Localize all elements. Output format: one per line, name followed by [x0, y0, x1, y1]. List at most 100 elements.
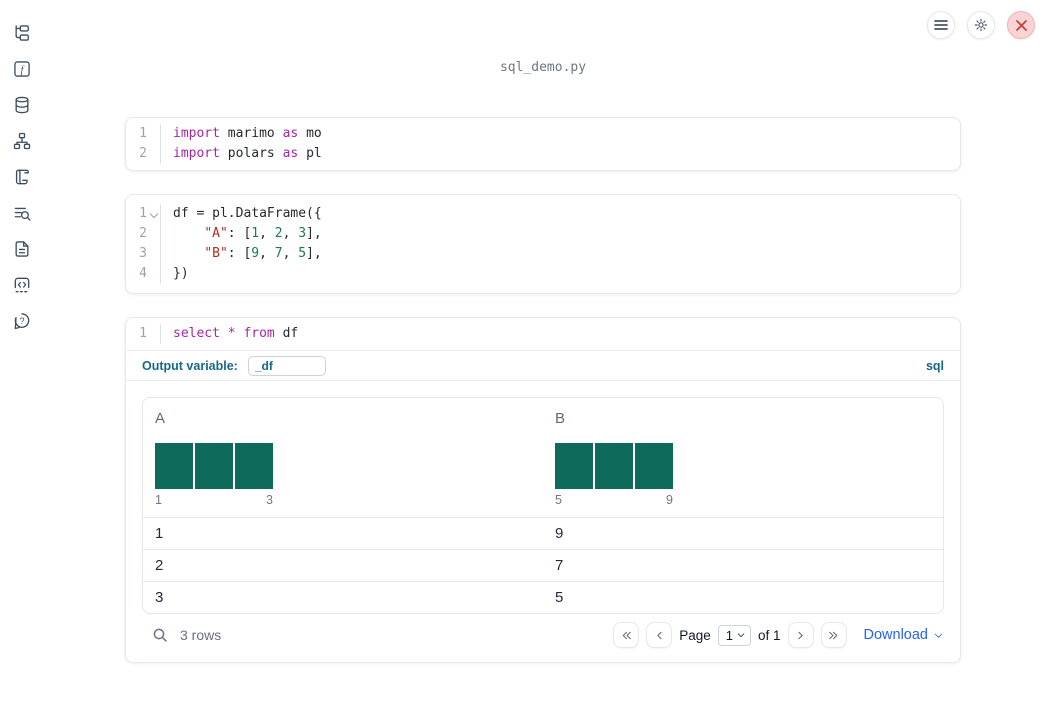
code-line: 4}): [126, 264, 960, 284]
page-total-label: of 1: [757, 627, 781, 643]
settings-button[interactable]: [967, 11, 995, 39]
database-icon: [15, 96, 29, 114]
line-gutter: 1: [126, 324, 161, 344]
last-page-button[interactable]: [820, 622, 847, 648]
table-row: 27: [143, 549, 943, 581]
code-line: 1 df = pl.DataFrame({: [126, 204, 960, 224]
sidebar-item-help[interactable]: ?: [0, 303, 44, 339]
table-body: 192735: [143, 517, 943, 613]
column-name: A: [155, 410, 166, 427]
sql-editor[interactable]: 1 select * from df: [126, 318, 960, 350]
file-tree-icon: [15, 25, 29, 41]
page-select[interactable]: 1: [717, 624, 751, 646]
histogram-min-label: 5: [555, 493, 562, 507]
chevron-down-icon: [737, 633, 745, 638]
fold-toggle-icon[interactable]: [148, 204, 160, 224]
cell-sql: 1 select * from df Output variable: sql A…: [125, 317, 961, 663]
line-number: 2: [139, 226, 147, 241]
histogram-bar[interactable]: [635, 443, 673, 489]
table-row: 35: [143, 581, 943, 613]
download-button[interactable]: Download: [864, 627, 945, 643]
footer-left: 3 rows: [142, 627, 221, 644]
code-text: }): [173, 266, 189, 281]
code-line: 3 "B": [9, 7, 5],: [126, 244, 960, 264]
sidebar-item-variable-explorer[interactable]: [0, 195, 44, 231]
histogram-axis: 5 9: [555, 493, 673, 507]
line-gutter: 1: [126, 124, 161, 144]
code-editor[interactable]: 1 df = pl.DataFrame({2 "A": [1, 2, 3], 3 "…: [126, 204, 960, 284]
line-number: 3: [139, 246, 147, 261]
previous-page-button[interactable]: [646, 622, 673, 648]
dataframe-table: A 1 3 B 5 9 1 9 2 7 3 5: [142, 397, 944, 614]
footer-pagination: Page 1 of 1 Download: [613, 622, 944, 648]
row-count: 3 rows: [180, 627, 222, 643]
line-number: 4: [139, 266, 147, 281]
table-cell: 1: [155, 525, 164, 542]
histogram-bar[interactable]: [155, 443, 193, 489]
table-header: A 1 3 B 5 9: [143, 398, 943, 517]
function-icon: f: [14, 61, 30, 77]
sidebar-item-file-explorer[interactable]: [0, 15, 44, 51]
svg-text:f: f: [21, 65, 25, 76]
sidebar-item-data-sources[interactable]: [0, 87, 44, 123]
line-gutter: 2: [126, 144, 161, 164]
chevron-left-icon: [657, 631, 662, 639]
histogram-bar[interactable]: [195, 443, 233, 489]
code-text: import polars as pl: [173, 146, 322, 161]
histogram-bar[interactable]: [555, 443, 593, 489]
svg-text:?: ?: [20, 316, 25, 326]
scroll-icon: [15, 169, 29, 185]
sidebar-item-logs[interactable]: [0, 159, 44, 195]
column-header-b[interactable]: B 5 9: [543, 398, 943, 517]
page-select-value: 1: [725, 627, 733, 643]
code-line: 2 "A": [1, 2, 3],: [126, 224, 960, 244]
code-editor[interactable]: 1 import marimo as mo 2 import polars as pl: [126, 124, 960, 164]
sidebar-item-snippets[interactable]: [0, 267, 44, 303]
output-variable-input[interactable]: [247, 355, 326, 376]
network-icon: [13, 132, 31, 150]
code-text: "A": [1, 2, 3],: [204, 226, 322, 241]
line-gutter: 4: [126, 264, 161, 284]
first-page-button[interactable]: [613, 622, 640, 648]
cell-output: A 1 3 B 5 9 1 9 2 7 3 5 3 rows Page 1 of…: [126, 380, 960, 662]
sidebar-item-dependency-graph[interactable]: [0, 123, 44, 159]
line-gutter: 2: [126, 224, 161, 244]
line-gutter: 3: [126, 244, 161, 264]
histogram-bar[interactable]: [595, 443, 633, 489]
code-line: 1 select * from df: [126, 324, 960, 344]
histogram-axis: 1 3: [155, 493, 273, 507]
code-text: import marimo as mo: [173, 126, 322, 141]
gear-icon: [974, 18, 988, 32]
output-variable-label: Output variable:: [142, 358, 238, 373]
histogram-bar[interactable]: [235, 443, 273, 489]
sidebar-item-functions[interactable]: f: [0, 51, 44, 87]
column-name: B: [555, 410, 566, 427]
line-number: 1: [139, 206, 147, 221]
page-label: Page: [679, 627, 711, 643]
code-line: 1 import marimo as mo: [126, 124, 960, 144]
chevron-right-icon: [798, 631, 803, 639]
next-page-button[interactable]: [787, 622, 814, 648]
column-histogram: [155, 443, 533, 489]
cell-imports: 1 import marimo as mo 2 import polars as pl: [125, 117, 961, 171]
line-number: 2: [139, 146, 147, 161]
code-text: select * from df: [173, 326, 299, 341]
sidebar-item-documentation[interactable]: [0, 231, 44, 267]
histogram-min-label: 1: [155, 493, 162, 507]
shutdown-button[interactable]: [1007, 11, 1035, 39]
code-text: "B": [9, 7, 5],: [204, 246, 322, 261]
notebook-filename: sql_demo.py: [499, 60, 587, 75]
table-cell: 2: [155, 557, 164, 574]
histogram-max-label: 3: [266, 493, 273, 507]
column-header-a[interactable]: A 1 3: [143, 398, 543, 517]
search-icon[interactable]: [152, 627, 169, 644]
line-gutter: 1: [126, 204, 161, 224]
table-cell: 3: [155, 589, 164, 606]
language-badge: sql: [925, 358, 944, 373]
list-search-icon: [14, 207, 31, 221]
help-icon: ?: [14, 313, 30, 330]
line-number: 1: [139, 126, 147, 141]
